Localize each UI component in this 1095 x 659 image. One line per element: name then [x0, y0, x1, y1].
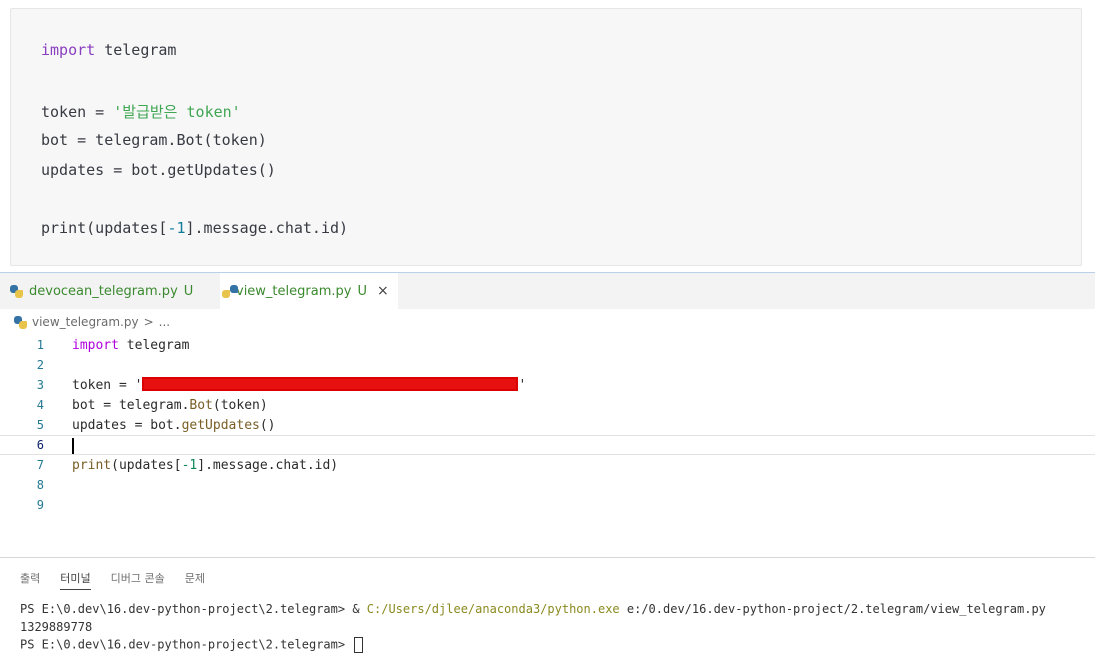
text-cursor [72, 438, 74, 454]
tab-problems[interactable]: 문제 [185, 570, 205, 590]
tab-view-telegram[interactable]: view_telegram.py U × [220, 273, 398, 309]
breadcrumb-symbols[interactable]: ... [159, 315, 170, 329]
blog-code-line-2: token = '발급받은 token' [41, 103, 241, 121]
code-line[interactable]: 5 updates = bot.getUpdates() [0, 415, 1095, 435]
tab-status-badge: U [357, 283, 367, 299]
blog-code-line-5: print(updates[-1].message.chat.id) [41, 219, 349, 237]
terminal-output: 1329889778 [20, 620, 93, 634]
breadcrumb: view_telegram.py > ... [0, 311, 170, 333]
breadcrumb-file[interactable]: view_telegram.py [32, 315, 139, 329]
bottom-panel: 출력 터미널 디버그 콘솔 문제 PS E:\0.dev\16.dev-pyth… [0, 557, 1095, 659]
code-editor: devocean_telegram.py U view_telegram.py … [0, 272, 1095, 558]
close-icon[interactable]: × [377, 283, 389, 299]
code-line-current[interactable]: 6 [0, 435, 1095, 455]
blog-code-line-4: updates = bot.getUpdates() [41, 161, 276, 179]
tab-filename: view_telegram.py [236, 283, 352, 299]
line-number: 2 [36, 358, 44, 372]
line-number: 8 [36, 478, 44, 492]
code-line[interactable]: 9 [0, 495, 1095, 515]
terminal-line-1: PS E:\0.dev\16.dev-python-project\2.tele… [20, 602, 1046, 616]
line-content: updates = bot.getUpdates() [72, 417, 276, 433]
line-number: 9 [36, 498, 44, 512]
code-line[interactable]: 8 [0, 475, 1095, 495]
terminal-prompt[interactable]: PS E:\0.dev\16.dev-python-project\2.tele… [20, 637, 364, 653]
code-line[interactable]: 7 print(updates[-1].message.chat.id) [0, 455, 1095, 475]
code-line[interactable]: 4 bot = telegram.Bot(token) [0, 395, 1095, 415]
python-file-icon [14, 315, 27, 329]
redacted-token [142, 377, 519, 391]
line-number: 1 [36, 338, 44, 352]
tab-output[interactable]: 출력 [20, 570, 40, 590]
editor-tab-bar: devocean_telegram.py U view_telegram.py … [0, 273, 1095, 309]
blog-code-line-3: bot = telegram.Bot(token) [41, 131, 267, 149]
tab-terminal[interactable]: 터미널 [60, 570, 91, 590]
panel-tabs: 출력 터미널 디버그 콘솔 문제 [20, 570, 205, 590]
line-number: 4 [36, 398, 44, 412]
line-content: bot = telegram.Bot(token) [72, 397, 268, 413]
tab-devocean-telegram[interactable]: devocean_telegram.py U [0, 273, 203, 309]
blog-code-line-1: import telegram [41, 41, 177, 59]
line-number: 6 [36, 438, 44, 452]
breadcrumb-separator: > [143, 315, 154, 329]
line-content: token = ' ' [72, 377, 527, 393]
tab-status-badge: U [183, 283, 194, 299]
code-line[interactable]: 3 token = ' ' [0, 375, 1095, 395]
python-file-icon [10, 284, 23, 298]
code-line[interactable]: 1 import telegram [0, 335, 1095, 355]
line-number: 7 [36, 458, 44, 472]
tab-debug-console[interactable]: 디버그 콘솔 [111, 570, 165, 590]
code-line[interactable]: 2 [0, 355, 1095, 375]
blog-code-block: import telegram token = '발급받은 token' bot… [10, 8, 1082, 266]
terminal-cursor [354, 637, 364, 653]
line-number: 5 [36, 418, 44, 432]
line-content: import telegram [72, 337, 190, 353]
line-content: print(updates[-1].message.chat.id) [72, 457, 339, 473]
tab-filename: devocean_telegram.py [29, 283, 178, 299]
line-number: 3 [36, 378, 44, 392]
